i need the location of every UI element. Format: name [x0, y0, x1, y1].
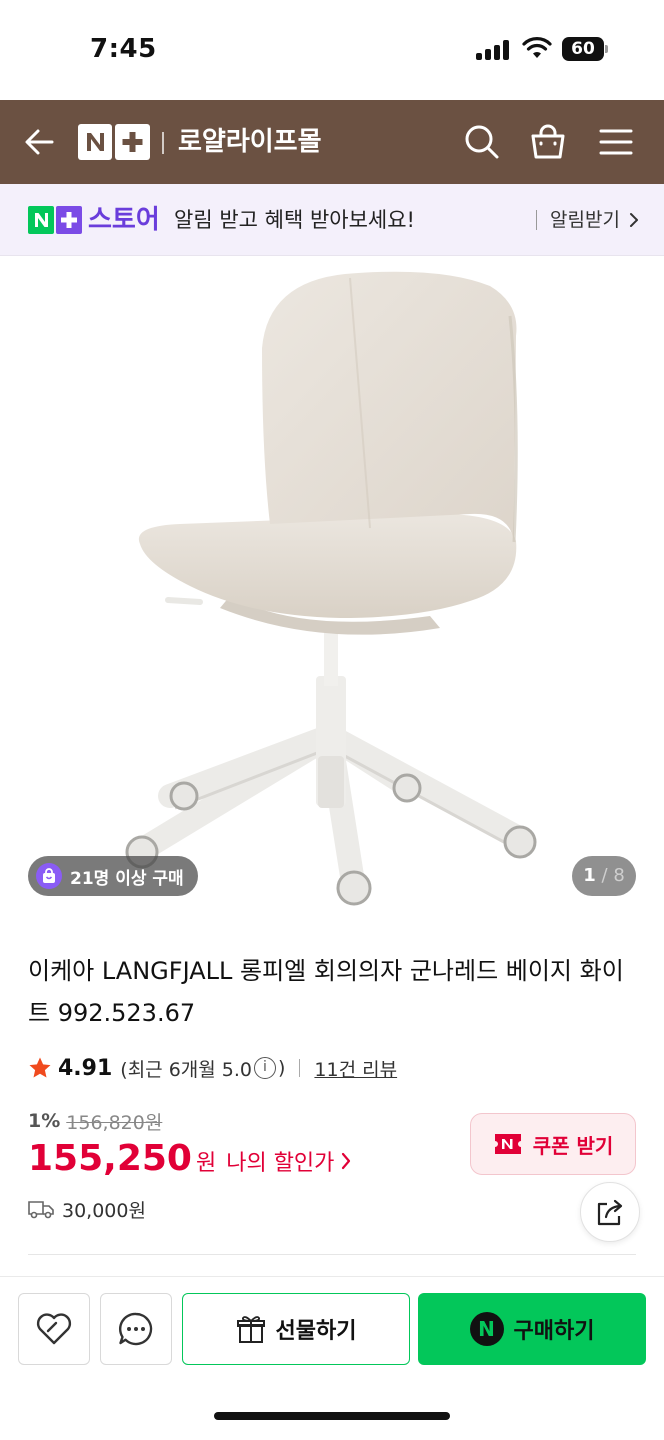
pager-current: 1	[583, 865, 596, 886]
buy-now-button[interactable]: N 구매하기	[418, 1293, 646, 1365]
shipping-row: 30,000원	[28, 1194, 146, 1224]
rating-detail-close: )	[278, 1057, 286, 1079]
naver-pay-icon: N	[469, 1312, 504, 1346]
store-notification-banner[interactable]: 스토어 알림 받고 혜택 받아보세요! 알림받기	[0, 184, 664, 256]
rating-detail: (최근 6개월 5.0	[120, 1058, 252, 1081]
shopping-bag-icon	[36, 863, 62, 889]
rating-row: 4.91 (최근 6개월 5.0 i ) 11건 리뷰	[28, 1052, 397, 1084]
header-divider	[162, 132, 164, 154]
wishlist-button[interactable]	[18, 1293, 90, 1365]
discount-rate: 1%	[28, 1110, 61, 1132]
heart-icon	[36, 1313, 72, 1345]
buyers-count-badge: 21명 이상 구매	[28, 856, 198, 896]
shipping-fee: 30,000원	[62, 1199, 146, 1222]
chevron-right-icon	[630, 213, 638, 227]
content-divider	[28, 1254, 636, 1255]
coupon-label: 쿠폰 받기	[532, 1133, 614, 1158]
pager-total: 8	[613, 865, 625, 886]
sale-price: 155,250	[28, 1138, 192, 1179]
chevron-right-icon	[342, 1152, 351, 1170]
status-time: 7:45	[90, 34, 157, 64]
menu-icon[interactable]	[598, 124, 634, 160]
chat-icon	[118, 1312, 153, 1346]
cart-icon[interactable]	[528, 122, 568, 162]
image-pager: 1 / 8	[572, 856, 636, 896]
banner-message: 알림 받고 혜택 받아보세요!	[174, 208, 415, 232]
review-count-link[interactable]: 11건 리뷰	[314, 1055, 397, 1082]
gift-icon	[236, 1316, 265, 1343]
banner-divider	[536, 210, 537, 230]
home-indicator[interactable]	[214, 1412, 450, 1420]
product-image-gallery[interactable]: 21명 이상 구매 1 / 8	[0, 256, 664, 920]
wifi-icon	[522, 37, 552, 58]
share-icon	[597, 1199, 623, 1226]
store-title[interactable]: 로얄라이프몰	[178, 124, 322, 160]
info-icon[interactable]: i	[254, 1057, 276, 1079]
signal-icon	[476, 40, 510, 60]
product-chair-image	[125, 271, 537, 906]
sale-currency: 원	[195, 1151, 217, 1176]
naver-plus-logo[interactable]	[78, 124, 150, 160]
product-title: 이케아 LANGFJALL 롱피엘 회의의자 군나레드 베이지 화이트 992.…	[28, 957, 624, 1027]
notification-subscribe-link[interactable]: 알림받기	[550, 204, 620, 236]
status-bar: 7:45 60	[0, 0, 664, 100]
star-icon	[29, 1057, 51, 1078]
back-arrow-icon[interactable]	[22, 124, 58, 160]
gift-label: 선물하기	[275, 1319, 357, 1344]
store-brand: 스토어	[88, 205, 160, 235]
naver-plus-store-logo	[28, 206, 82, 234]
battery-icon: 60	[562, 37, 608, 61]
sale-price-row[interactable]: 155,250 원 나의 할인가	[28, 1138, 352, 1184]
my-discount-link[interactable]: 나의 할인가	[226, 1145, 334, 1177]
coupon-icon	[494, 1134, 521, 1154]
search-icon[interactable]	[462, 122, 502, 162]
original-price: 156,820원	[66, 1111, 163, 1134]
buy-label: 구매하기	[513, 1319, 595, 1344]
rating-score: 4.91	[58, 1055, 113, 1081]
coupon-download-button[interactable]: 쿠폰 받기	[470, 1113, 636, 1175]
discount-row: 1% 156,820원	[28, 1106, 162, 1136]
buyers-count-text: 21명 이상 구매	[70, 868, 184, 889]
app-header: 로얄라이프몰	[0, 100, 664, 184]
rating-divider	[299, 1059, 301, 1077]
pager-separator: /	[601, 865, 608, 886]
share-button[interactable]	[580, 1182, 640, 1242]
truck-icon	[28, 1201, 54, 1219]
gift-button[interactable]: 선물하기	[182, 1293, 410, 1365]
battery-level: 60	[562, 37, 604, 61]
talk-talk-chat-button[interactable]	[100, 1293, 172, 1365]
